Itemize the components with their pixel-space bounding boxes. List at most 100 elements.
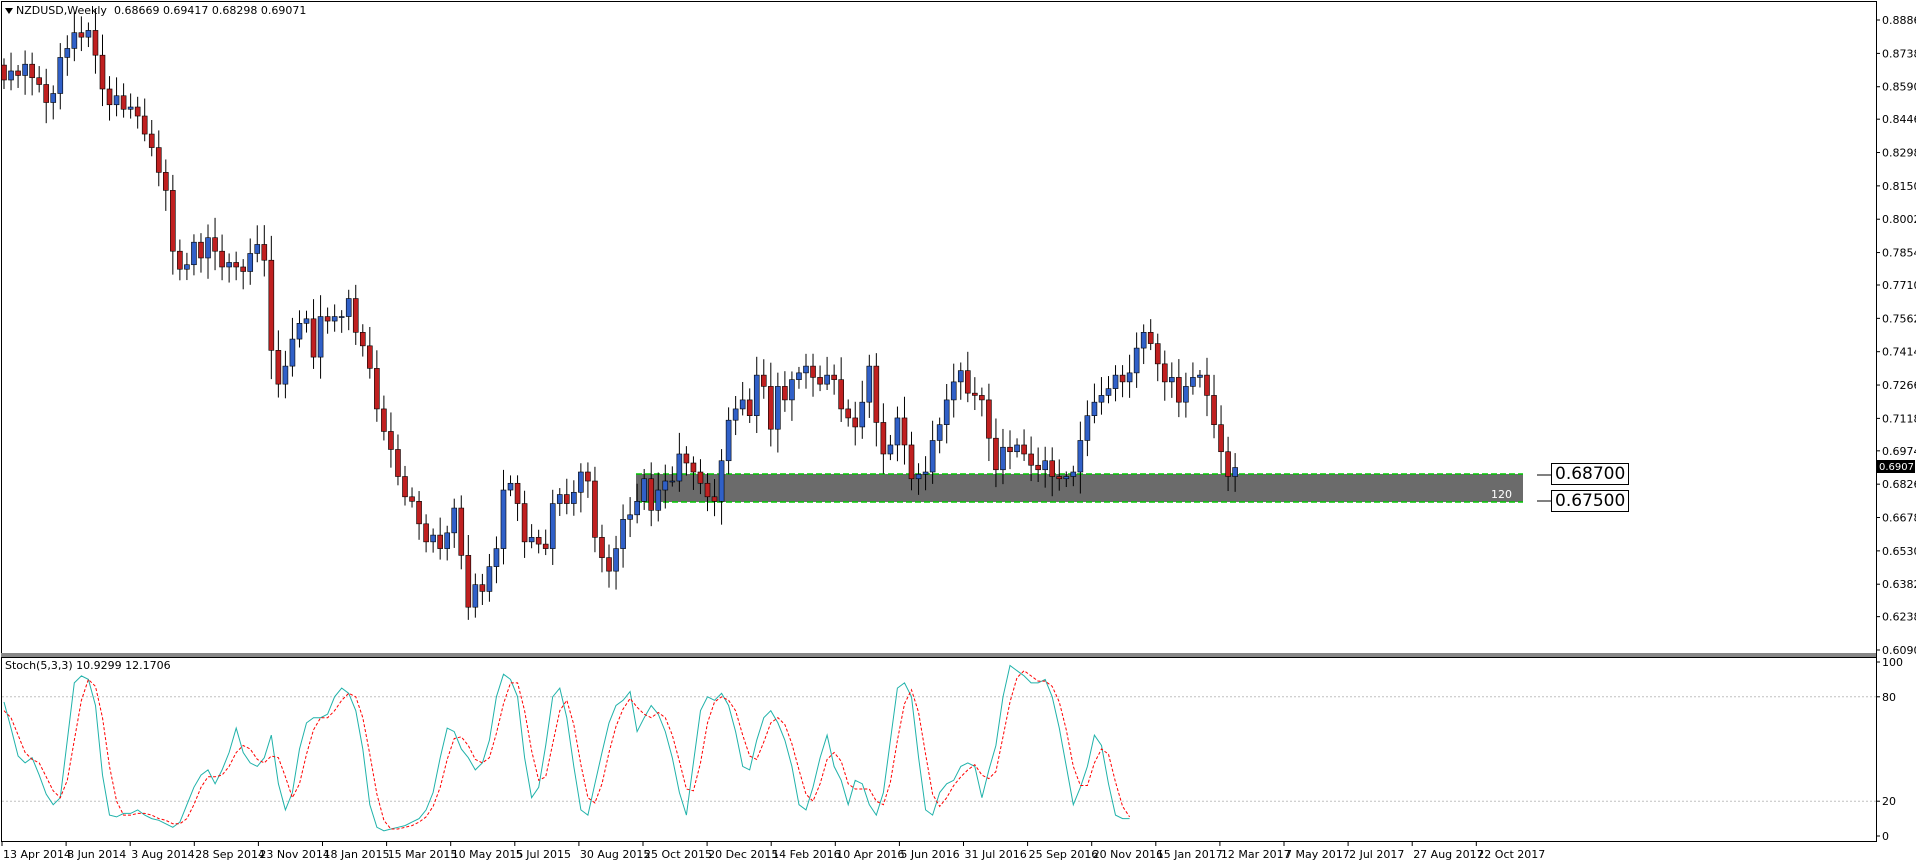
triangle-down-icon[interactable] <box>5 8 13 14</box>
candle <box>901 396 908 465</box>
price-tick-label: 0.85900 <box>1882 81 1916 94</box>
price-chart[interactable]: 120 0.888620.873800.859000.844600.829800… <box>0 0 1916 866</box>
candle-body <box>219 250 225 268</box>
date-tick-label: 28 Sep 2014 <box>195 848 265 861</box>
candle-body <box>1126 372 1133 383</box>
candle <box>556 488 563 516</box>
candle <box>275 330 282 398</box>
candle <box>163 159 169 211</box>
candle <box>507 475 514 497</box>
candle <box>134 96 141 129</box>
candle-body <box>775 386 781 430</box>
candle <box>106 76 113 121</box>
candle-body <box>254 244 261 254</box>
candle-body <box>479 584 486 592</box>
candle-body <box>542 543 549 549</box>
date-tick-label: 5 Jul 2015 <box>516 848 571 861</box>
candle-body <box>887 444 894 455</box>
candle-body <box>1161 363 1168 383</box>
candle-body <box>789 379 795 401</box>
candle <box>36 66 42 93</box>
candle-body <box>78 32 85 38</box>
candle-body <box>15 70 21 76</box>
candle-body <box>1091 401 1098 416</box>
candle-body <box>1197 374 1203 378</box>
candle <box>113 77 120 117</box>
date-tick-label: 3 Aug 2014 <box>131 848 194 861</box>
candle-body <box>71 32 78 49</box>
candle-body <box>57 57 64 94</box>
candle-body <box>1070 471 1077 477</box>
candle-body <box>986 399 992 439</box>
candle-body <box>275 350 282 385</box>
price-tick-label: 0.65300 <box>1882 545 1916 558</box>
zone-upper-price-label[interactable]: 0.68700 <box>1551 463 1630 485</box>
stoch-tick-label: 80 <box>1882 691 1896 704</box>
candle-body <box>873 365 880 423</box>
candle <box>753 356 760 434</box>
candle <box>324 307 331 334</box>
candle <box>1091 383 1098 424</box>
candle-body <box>1021 444 1027 455</box>
date-tick-label: 8 Jun 2014 <box>67 848 126 861</box>
candle-body <box>1056 476 1063 480</box>
candle-body <box>957 370 964 383</box>
price-tick-label: 0.87380 <box>1882 47 1916 60</box>
candle-body <box>627 514 633 520</box>
candle <box>205 224 211 279</box>
date-tick-label: 25 Sep 2016 <box>1029 848 1099 861</box>
date-tick-label: 5 Jun 2016 <box>900 848 959 861</box>
candle <box>845 399 852 427</box>
candle-body <box>1035 464 1041 471</box>
candle <box>549 489 556 565</box>
candle-body <box>50 93 57 103</box>
candle-body <box>1112 374 1119 389</box>
candle <box>177 239 183 281</box>
candle <box>964 351 971 403</box>
candle-body <box>592 480 598 538</box>
candle-body <box>1169 377 1175 383</box>
candle-body <box>1063 476 1070 480</box>
price-tick-label: 0.75620 <box>1882 312 1916 325</box>
indicator-frame <box>1 657 1877 842</box>
candle-body <box>85 30 92 38</box>
candle-body <box>177 250 183 270</box>
candle <box>725 407 732 475</box>
candle-body <box>1176 377 1182 403</box>
price-axis-ticks: 0.88862 0.87380 0.85900 0.84460 0.82980 0.815… <box>1876 14 1916 657</box>
candle-body <box>423 523 429 543</box>
price-tick-label: 0.66780 <box>1882 512 1916 525</box>
zone-lower-price-label[interactable]: 0.67500 <box>1551 490 1630 512</box>
candle-body <box>866 365 873 403</box>
price-tick-label: 0.68260 <box>1882 478 1916 491</box>
candle <box>1021 429 1027 461</box>
date-tick-label: 7 May 2017 <box>1285 848 1350 861</box>
candle-body <box>170 190 176 252</box>
candle-body <box>155 147 162 173</box>
candle <box>352 284 359 345</box>
candle <box>78 16 85 52</box>
candle <box>458 495 465 570</box>
candle <box>409 487 415 508</box>
candle-body <box>430 534 436 543</box>
stoch-tick-label: 0 <box>1882 830 1889 843</box>
candle-body <box>374 368 380 410</box>
candle-body <box>388 431 394 450</box>
candle-body <box>514 482 521 504</box>
candle <box>268 235 275 380</box>
candle <box>979 387 985 417</box>
candle <box>894 406 901 462</box>
support-zone-rectangle[interactable] <box>636 474 1523 502</box>
candle <box>388 412 394 468</box>
candle <box>578 463 584 513</box>
date-tick-label: 10 May 2015 <box>452 848 524 861</box>
ohlc-values: 0.68669 0.69417 0.68298 0.69071 <box>113 4 307 17</box>
candle <box>613 535 619 590</box>
candle-body <box>662 480 669 491</box>
candle <box>1204 357 1210 417</box>
candle <box>240 259 246 290</box>
price-tick-label: 0.74140 <box>1882 346 1916 359</box>
candle <box>957 362 964 400</box>
candle-body <box>894 417 901 446</box>
candle <box>282 350 289 399</box>
